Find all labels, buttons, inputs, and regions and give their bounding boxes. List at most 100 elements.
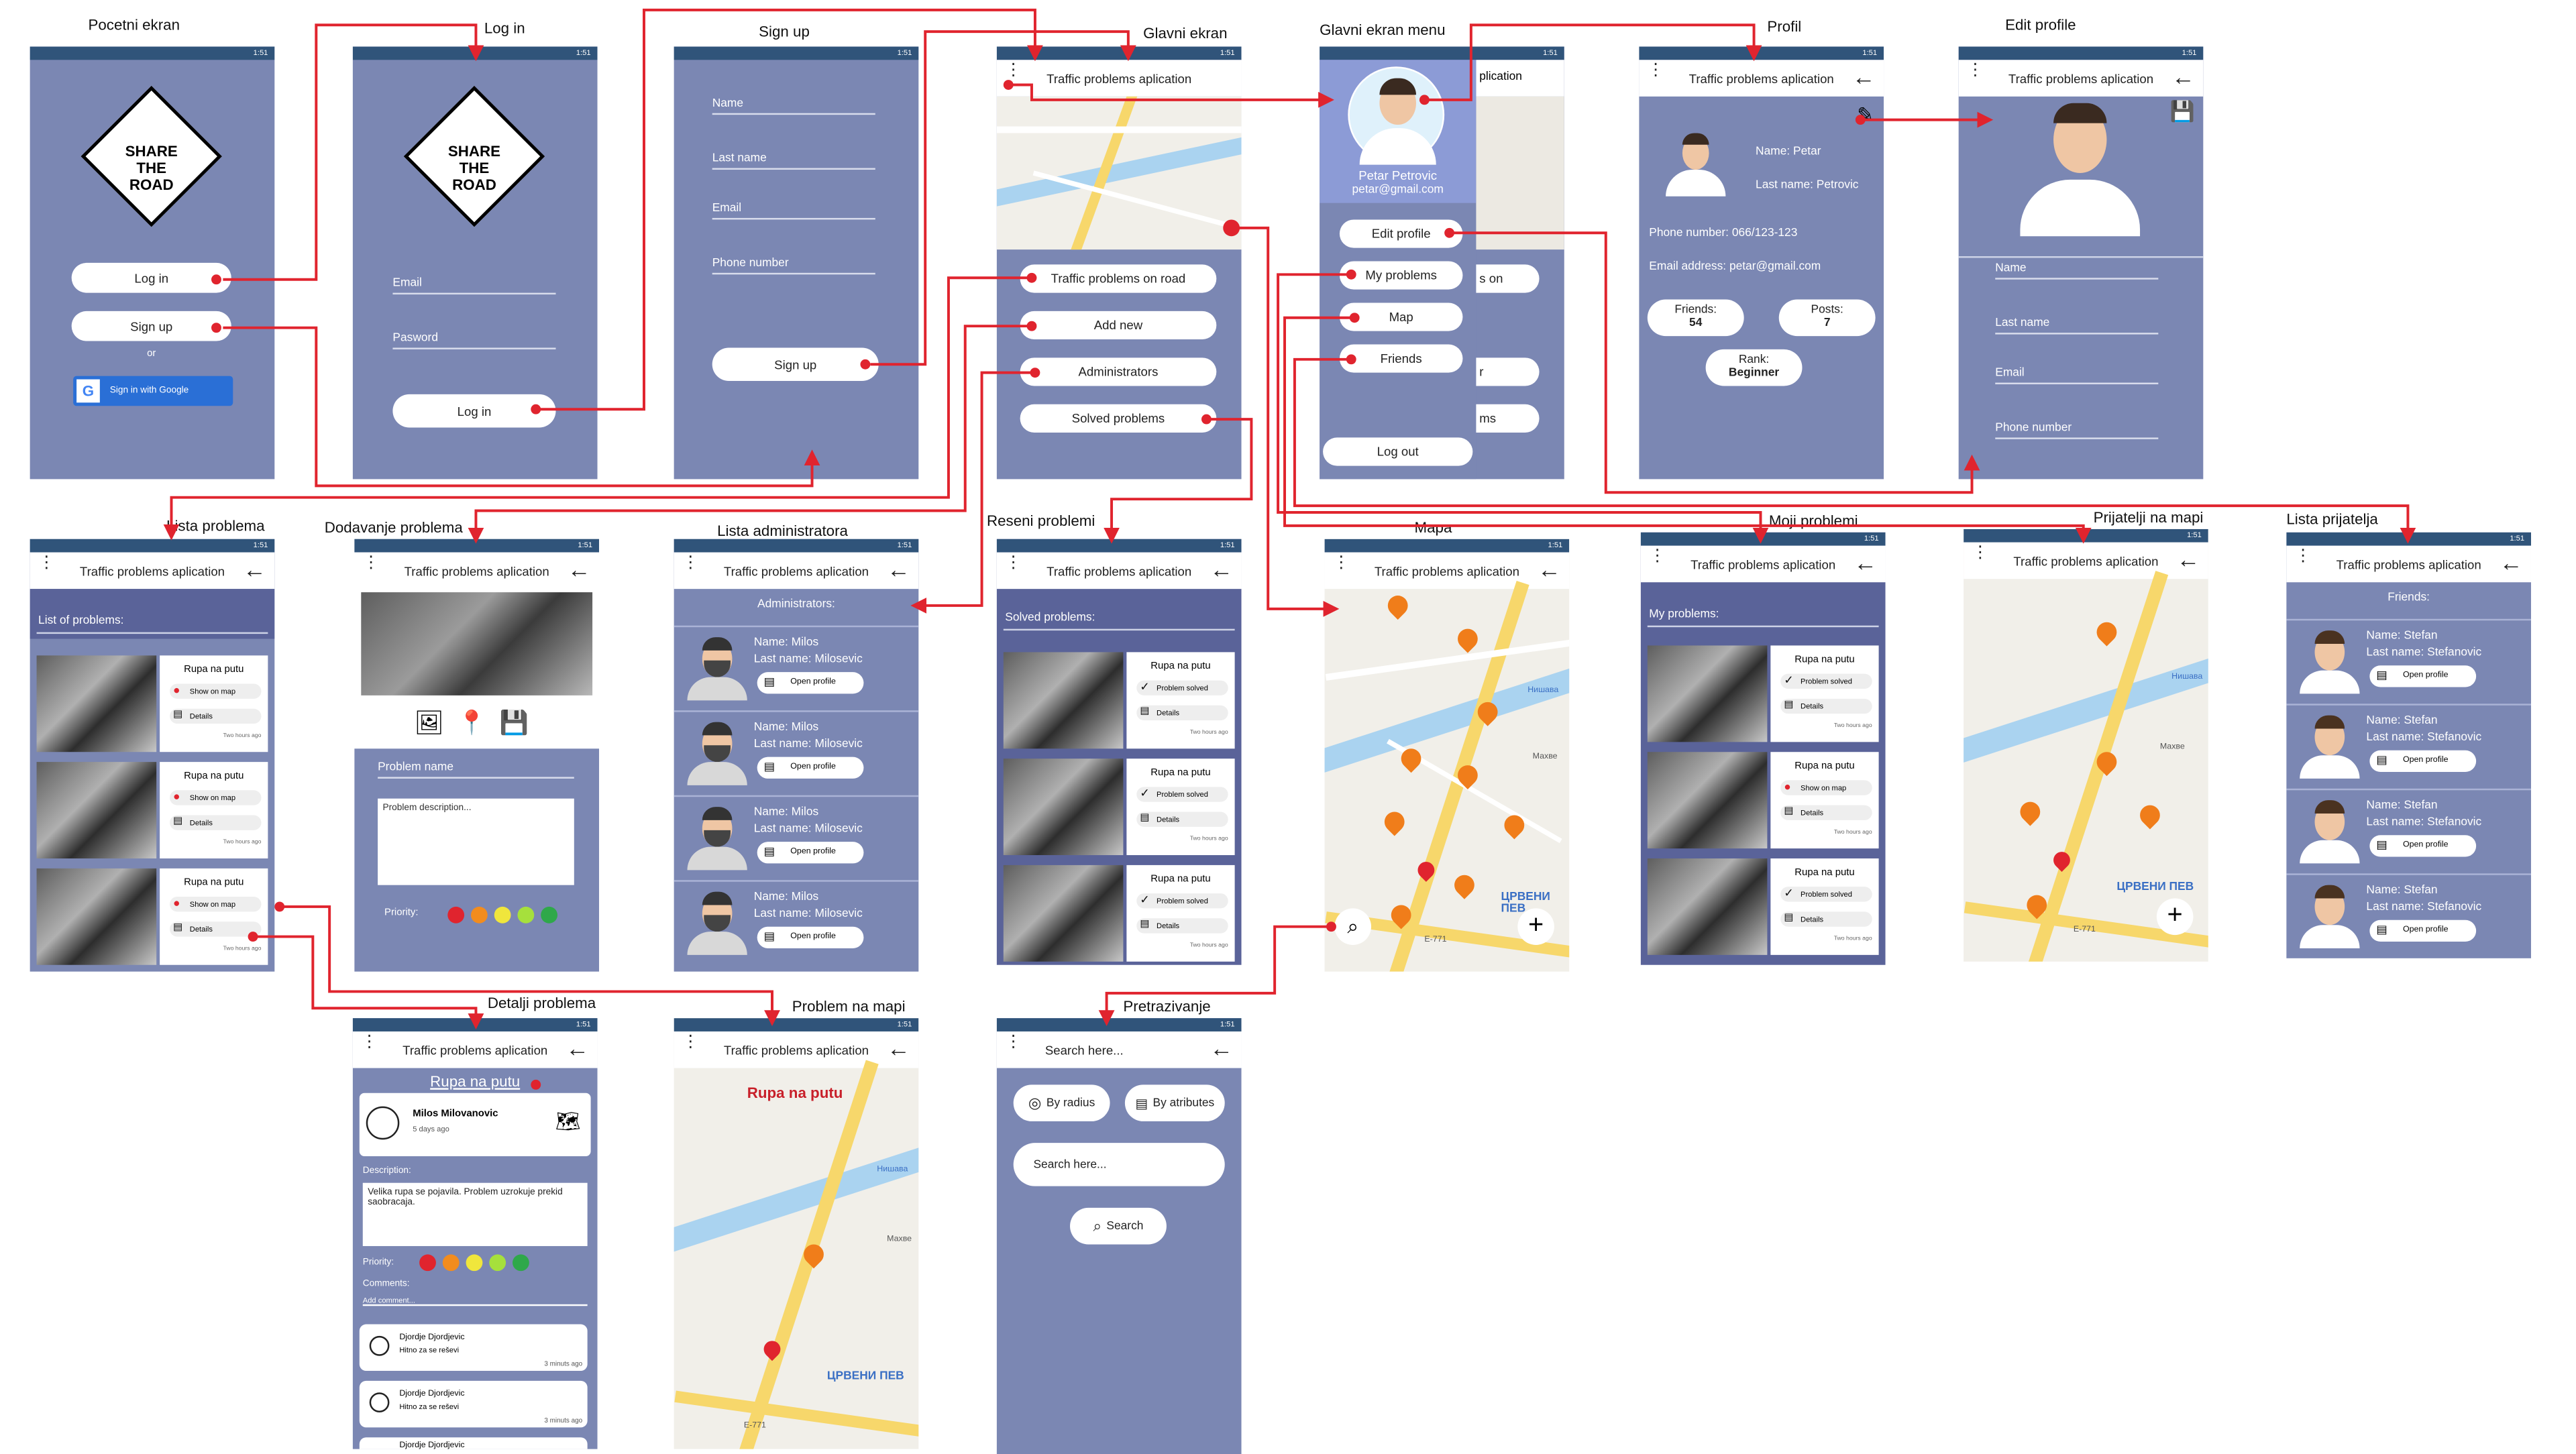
details-button[interactable]: ▤ Details (170, 708, 262, 724)
show-on-map-button[interactable]: ● Show on map (170, 683, 262, 699)
show-on-map-button[interactable]: ● Show on map (170, 790, 262, 805)
solved-problems-button[interactable]: Solved problems (1020, 404, 1217, 433)
login-submit-button[interactable]: Log in (392, 394, 556, 428)
phone-field[interactable]: Phone number (712, 258, 875, 275)
phone-field[interactable]: Phone number (1995, 423, 2159, 439)
search-icon[interactable]: ⌕ (1334, 908, 1372, 945)
show-on-map-button[interactable]: ● Show on map (170, 897, 262, 912)
problem-pin[interactable] (1380, 807, 1409, 836)
priority-green[interactable] (541, 906, 558, 924)
open-profile-button[interactable]: ▤ Open profile (757, 672, 864, 694)
menu-dots-icon[interactable]: ⋮ (1005, 555, 1022, 571)
open-profile-button[interactable]: ▤ Open profile (757, 757, 864, 779)
action-icons[interactable]: 🖼📍💾 (415, 709, 542, 737)
back-arrow-icon[interactable]: ← (243, 556, 266, 583)
open-profile-button[interactable]: ▤ Open profile (2369, 919, 2477, 942)
menu-dots-icon[interactable]: ⋮ (1967, 62, 1984, 79)
by-radius-button[interactable]: ◎ By radius (1013, 1084, 1110, 1121)
menu-dots-icon[interactable]: ⋮ (38, 555, 55, 571)
back-arrow-icon[interactable]: ← (887, 556, 910, 583)
email-field[interactable]: Email (392, 278, 556, 295)
menu-dots-icon[interactable]: ⋮ (361, 1034, 378, 1051)
problem-row[interactable]: Rupa na putu ● Show on map ▤ Details Two hour… (36, 868, 268, 965)
friend-pin[interactable] (2092, 618, 2121, 647)
menu-dots-icon[interactable]: ⋮ (1972, 545, 1989, 561)
save-icon[interactable]: 💾 (2170, 100, 2195, 123)
pencil-edit-icon[interactable]: ✎ (1857, 103, 1874, 127)
back-arrow-icon[interactable]: ← (1210, 556, 1233, 583)
back-arrow-icon[interactable]: ← (566, 1035, 589, 1062)
search-input[interactable]: Search here... (1013, 1143, 1225, 1186)
problem-row[interactable]: Rupa na putu ✓ Problem solved ▤ Details Two h… (1003, 759, 1235, 856)
problem-row[interactable]: Rupa na putu ✓ Problem solved ▤ Details Two h… (1647, 858, 1879, 955)
login-button[interactable]: Log in (71, 262, 231, 293)
problem-name-field[interactable]: Problem name (378, 762, 574, 779)
add-comment-field[interactable]: Add comment... (362, 1296, 588, 1306)
problem-pin[interactable] (1453, 624, 1482, 653)
name-field[interactable]: Name (1995, 263, 2159, 280)
map-canvas[interactable]: ЦРВЕНИ ПЕВ E-771 Нишава Махве ⌕ + (1324, 581, 1570, 972)
show-on-map-button[interactable]: ● Show on map (1780, 780, 1872, 795)
problem-row[interactable]: Rupa na putu ✓ Problem solved ▤ Details Two h… (1003, 652, 1235, 749)
priority-red[interactable] (447, 906, 465, 924)
priority-yellow[interactable] (494, 906, 511, 924)
map-canvas[interactable]: Rupa na putu ЦРВЕНИ ПЕВ E-771 Нишава Мах… (674, 1060, 919, 1449)
menu-my-problems[interactable]: My problems (1339, 261, 1463, 290)
back-arrow-icon[interactable]: ← (2177, 546, 2200, 573)
menu-map[interactable]: Map (1339, 302, 1463, 331)
signup-button[interactable]: Sign up (71, 311, 231, 341)
details-button[interactable]: ▤ Details (170, 921, 262, 937)
traffic-problems-button[interactable]: Traffic problems on road (1020, 264, 1217, 293)
menu-edit-profile[interactable]: Edit profile (1339, 219, 1463, 248)
problem-row[interactable]: Rupa na putu ● Show on map ▤ Details Two hour… (36, 762, 268, 858)
details-button[interactable]: ▤ Details (170, 815, 262, 830)
add-new-button[interactable]: Add new (1020, 311, 1217, 340)
priority-orange[interactable] (471, 906, 488, 924)
by-attributes-button[interactable]: ▤ By atributes (1124, 1084, 1225, 1121)
google-signin-button[interactable]: G Sign in with Google (73, 376, 233, 406)
map-canvas[interactable]: ЦРВЕНИ ПЕВ E-771 Нишава Махве + (1964, 571, 2208, 962)
open-profile-button[interactable]: ▤ Open profile (2369, 750, 2477, 772)
menu-dots-icon[interactable]: ⋮ (682, 1034, 699, 1051)
back-arrow-icon[interactable]: ← (887, 1035, 910, 1062)
open-profile-button[interactable]: ▤ Open profile (2369, 665, 2477, 687)
open-profile-button[interactable]: ▤ Open profile (757, 926, 864, 948)
back-arrow-icon[interactable]: ← (2171, 63, 2195, 90)
add-icon[interactable]: + (2156, 898, 2194, 936)
problem-row[interactable]: Rupa na putu ✓ Problem solved ▤ Details Two h… (1647, 645, 1879, 742)
back-arrow-icon[interactable]: ← (1210, 1035, 1233, 1062)
details-button[interactable]: ▤ Details (1136, 918, 1228, 934)
details-button[interactable]: ▤ Details (1780, 805, 1872, 820)
signup-submit-button[interactable]: Sign up (712, 347, 879, 382)
email-field[interactable]: Email (1995, 368, 2159, 385)
open-profile-button[interactable]: ▤ Open profile (757, 842, 864, 864)
back-arrow-icon[interactable]: ← (1852, 63, 1876, 90)
problem-row[interactable]: Rupa na putu ● Show on map ▤ Details Two hour… (1647, 752, 1879, 849)
menu-dots-icon[interactable]: ⋮ (1005, 1034, 1022, 1051)
description-field[interactable]: Problem description... (378, 798, 574, 885)
problem-pin[interactable] (1450, 871, 1479, 899)
search-button[interactable]: ⌕ Search (1070, 1207, 1167, 1245)
problem-pin[interactable] (1500, 811, 1529, 840)
friend-pin[interactable] (2135, 801, 2164, 830)
priority-lightgreen[interactable] (517, 906, 535, 924)
details-button[interactable]: ▤ Details (1136, 812, 1228, 827)
menu-dots-icon[interactable]: ⋮ (1648, 62, 1664, 79)
problem-row[interactable]: Rupa na putu ✓ Problem solved ▤ Details Two h… (1003, 864, 1235, 962)
map-location-icon[interactable]: 🗺 (555, 1110, 581, 1133)
back-arrow-icon[interactable]: ← (1854, 549, 1877, 576)
posts-count[interactable]: Posts: 7 (1778, 299, 1876, 337)
menu-dots-icon[interactable]: ⋮ (1005, 62, 1022, 79)
back-arrow-icon[interactable]: ← (1538, 556, 1561, 583)
problem-row[interactable]: Rupa na putu ● Show on map ▤ Details Two hour… (36, 655, 268, 752)
details-button[interactable]: ▤ Details (1780, 698, 1872, 714)
back-arrow-icon[interactable]: ← (568, 556, 591, 583)
map-preview[interactable] (996, 96, 1242, 250)
name-field[interactable]: Name (712, 98, 875, 115)
menu-dots-icon[interactable]: ⋮ (682, 555, 699, 571)
open-profile-button[interactable]: ▤ Open profile (2369, 835, 2477, 857)
details-button[interactable]: ▤ Details (1780, 911, 1872, 927)
friends-count[interactable]: Friends: 54 (1647, 299, 1744, 337)
back-arrow-icon[interactable]: ← (2500, 549, 2523, 576)
menu-dots-icon[interactable]: ⋮ (2295, 548, 2312, 565)
